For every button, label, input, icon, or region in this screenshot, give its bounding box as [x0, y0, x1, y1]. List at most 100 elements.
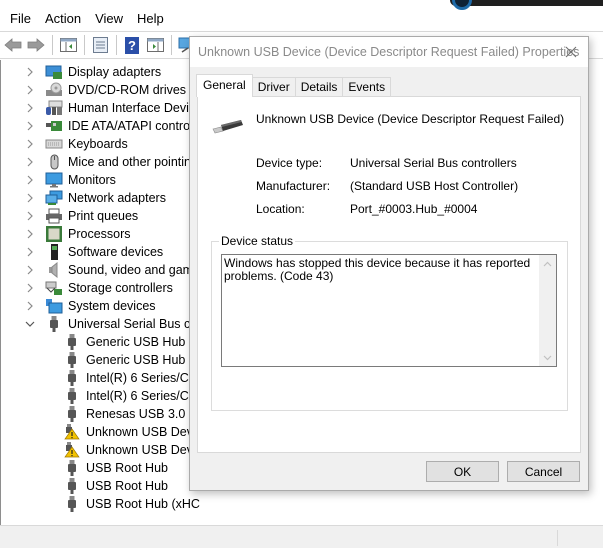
tree-category-storage-controller[interactable]: Storage controllers [25, 279, 173, 297]
tree-item-label: Display adapters [68, 65, 162, 79]
ok-button[interactable]: OK [426, 461, 499, 482]
tree-category-display-adapter[interactable]: Display adapters [25, 63, 161, 81]
chevron-right-icon[interactable] [25, 247, 35, 257]
tree-item-label: Monitors [68, 173, 116, 187]
menu-file[interactable]: File [3, 8, 38, 30]
sound-icon [45, 261, 63, 279]
usb-icon [63, 388, 81, 404]
dialog-title: Unknown USB Device (Device Descriptor Re… [198, 45, 580, 59]
usb-device-label: Renesas USB 3.0 eXte [86, 407, 200, 421]
chevron-right-icon[interactable] [25, 139, 35, 149]
tree-item-label: Universal Serial Bus cont [68, 317, 200, 331]
chevron-right-icon[interactable] [25, 103, 35, 113]
chevron-right-icon[interactable] [25, 175, 35, 185]
chevron-right-icon[interactable] [25, 67, 35, 77]
network-adapter-icon [45, 190, 63, 206]
processor-icon [45, 226, 63, 242]
usb-device-item[interactable]: Intel(R) 6 Series/C200 [63, 369, 200, 387]
display-adapter-icon [45, 64, 63, 80]
usb-device-item[interactable]: Unknown USB Devic [63, 441, 200, 459]
background-app-icon [450, 0, 603, 10]
tree-category-printer[interactable]: Print queues [25, 207, 138, 225]
usb-icon [63, 478, 81, 494]
menu-help[interactable]: Help [130, 8, 171, 30]
usb-device-item[interactable]: Generic USB Hub [63, 333, 185, 351]
usb-device-label: Unknown USB Devic [86, 443, 200, 457]
menu-view[interactable]: View [88, 8, 130, 30]
usb-icon [63, 370, 81, 386]
usb-device-item[interactable]: Renesas USB 3.0 eXte [63, 405, 200, 423]
location-label: Location: [256, 202, 305, 216]
dialog-tabs: General Driver Details Events [196, 74, 392, 97]
tree-category-system-device[interactable]: System devices [25, 297, 156, 315]
tree-category-keyboard[interactable]: Keyboards [25, 135, 128, 153]
tree-category-dvd-drive[interactable]: DVD/CD-ROM drives [25, 81, 186, 99]
forward-button[interactable] [26, 35, 46, 55]
help-icon: ? [125, 36, 139, 54]
dialog-title-bar[interactable]: Unknown USB Device (Device Descriptor Re… [190, 37, 588, 67]
chevron-right-icon[interactable] [25, 121, 35, 131]
scroll-down-button[interactable] [539, 349, 556, 366]
chevron-right-icon[interactable] [25, 301, 35, 311]
device-tree: Display adapters DVD/CD-ROM drives Human I… [0, 60, 200, 526]
status-scrollbar[interactable] [539, 255, 556, 366]
usb-device-item[interactable]: USB Root Hub (xHCI) [63, 495, 200, 513]
chevron-right-icon[interactable] [25, 193, 35, 203]
mouse-icon [45, 154, 63, 170]
chevron-right-icon[interactable] [25, 157, 35, 167]
usb-device-label: Unknown USB Devic [86, 425, 200, 439]
chevron-right-icon[interactable] [25, 85, 35, 95]
tree-category-mouse[interactable]: Mice and other pointing [25, 153, 198, 171]
usb-device-item[interactable]: USB Root Hub [63, 459, 168, 477]
tree-category-hid[interactable]: Human Interface Device [25, 99, 200, 117]
menu-action[interactable]: Action [38, 8, 88, 30]
chevron-right-icon[interactable] [25, 229, 35, 239]
tree-category-network-adapter[interactable]: Network adapters [25, 189, 166, 207]
tab-details[interactable]: Details [294, 77, 344, 97]
chevron-down-icon[interactable] [25, 319, 35, 329]
tree-category-software-device[interactable]: Software devices [25, 243, 163, 261]
back-button[interactable] [3, 35, 23, 55]
tree-category-ide-controller[interactable]: IDE ATA/ATAPI controlle [25, 117, 200, 135]
manufacturer-value: (Standard USB Host Controller) [350, 179, 519, 193]
device-status-group: Device status Windows has stopped this d… [211, 234, 568, 411]
scroll-up-button[interactable] [539, 255, 556, 272]
show-hide-action-pane-button[interactable] [145, 35, 165, 55]
show-hide-action-pane-icon [146, 38, 164, 52]
printer-icon [45, 208, 63, 224]
back-icon [4, 38, 22, 52]
chevron-right-icon[interactable] [25, 211, 35, 221]
tree-category-sound[interactable]: Sound, video and game [25, 261, 200, 279]
tab-driver[interactable]: Driver [251, 77, 296, 97]
device-status-text: Windows has stopped this device because … [224, 256, 531, 283]
tree-category-usb[interactable]: Universal Serial Bus cont [25, 315, 200, 333]
tree-item-label: IDE ATA/ATAPI controlle [68, 119, 200, 133]
properties-button[interactable] [90, 35, 110, 55]
help-button[interactable]: ? [122, 35, 142, 55]
usb-icon [45, 316, 63, 332]
tree-category-processor[interactable]: Processors [25, 225, 131, 243]
properties-dialog: Unknown USB Device (Device Descriptor Re… [189, 36, 589, 491]
usb-device-item[interactable]: Unknown USB Devic [63, 423, 200, 441]
tree-category-monitor[interactable]: Monitors [25, 171, 116, 189]
status-bar [0, 525, 603, 548]
usb-device-item[interactable]: USB Root Hub [63, 477, 168, 495]
chevron-right-icon[interactable] [25, 283, 35, 293]
usb-device-item[interactable]: Intel(R) 6 Series/C200 [63, 387, 200, 405]
dialog-close-button[interactable] [562, 43, 580, 61]
usb-warning-icon [63, 442, 81, 458]
cancel-button[interactable]: Cancel [507, 461, 580, 482]
storage-controller-icon [45, 280, 63, 296]
tree-item-label: Sound, video and game [68, 263, 200, 277]
tab-events[interactable]: Events [342, 77, 392, 97]
usb-device-item[interactable]: Generic USB Hub [63, 351, 185, 369]
tab-general[interactable]: General [196, 74, 253, 97]
close-icon [565, 46, 577, 58]
usb-device-label: USB Root Hub [86, 479, 168, 493]
show-hide-console-tree-button[interactable] [58, 35, 78, 55]
device-status-textbox[interactable]: Windows has stopped this device because … [221, 254, 557, 367]
window-top-strip [0, 0, 603, 10]
tree-item-label: Storage controllers [68, 281, 173, 295]
svg-text:?: ? [128, 38, 136, 53]
chevron-right-icon[interactable] [25, 265, 35, 275]
